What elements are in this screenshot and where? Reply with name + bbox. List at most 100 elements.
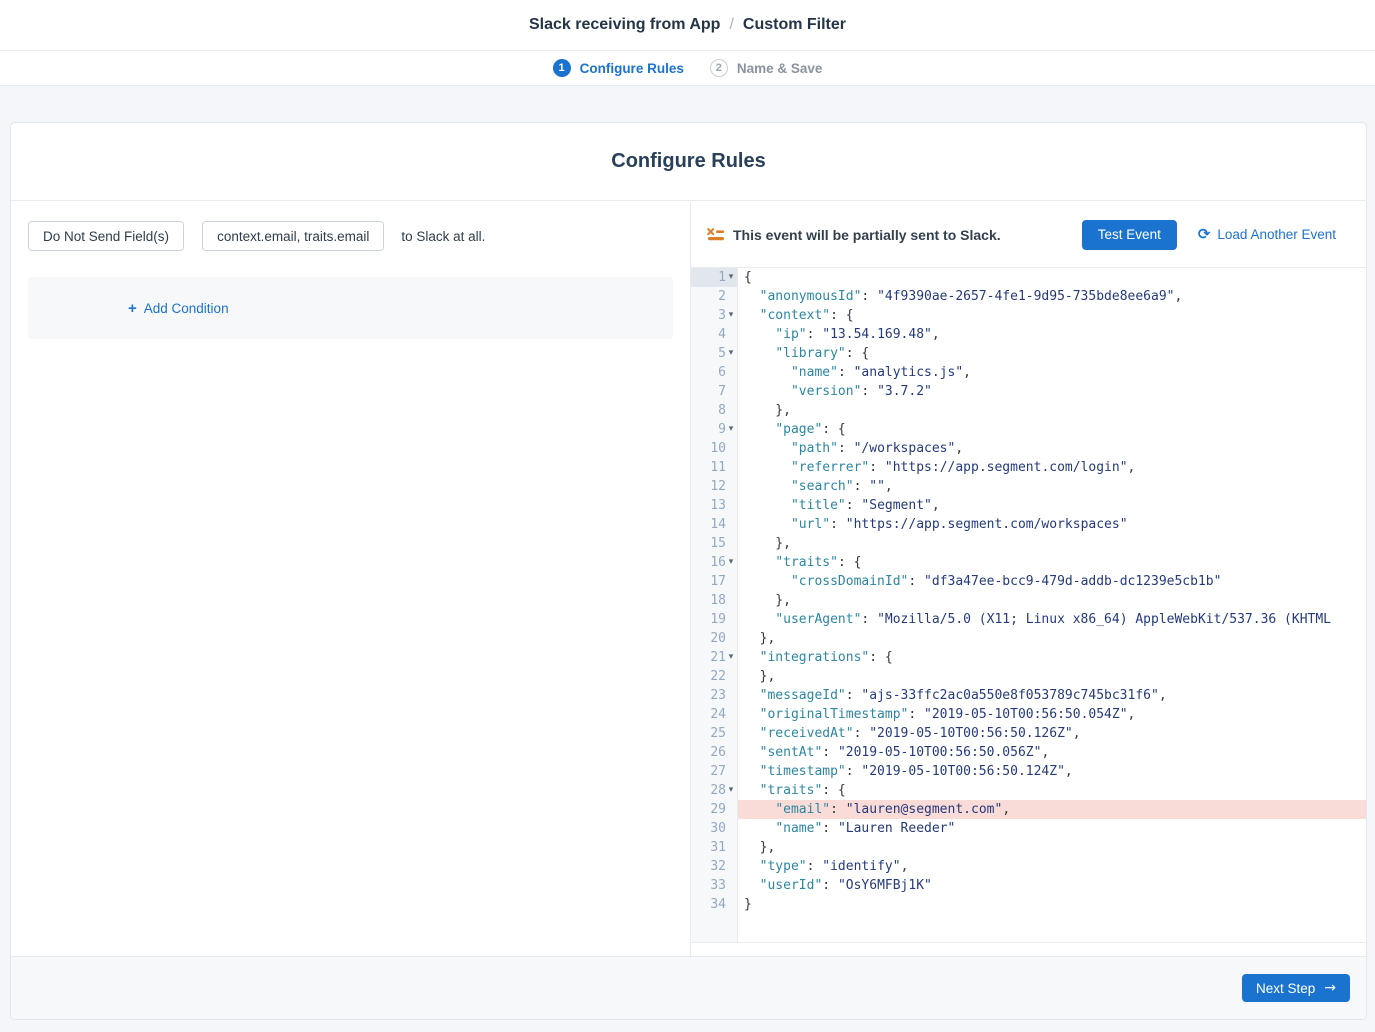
code-text: "ip": "13.54.169.48",	[738, 325, 1366, 344]
test-event-button[interactable]: Test Event	[1082, 220, 1177, 250]
code-line: 34}	[691, 895, 1366, 914]
plus-icon: +	[128, 301, 137, 316]
code-line: 22 },	[691, 667, 1366, 686]
fold-caret-icon[interactable]: ▾	[726, 781, 736, 800]
step-name-save[interactable]: 2 Name & Save	[710, 59, 823, 77]
line-number: 8	[691, 401, 738, 420]
code-line: 5▾ "library": {	[691, 344, 1366, 363]
add-condition-button[interactable]: + Add Condition	[128, 301, 229, 316]
code-text: "traits": {	[738, 781, 1366, 800]
code-text: "context": {	[738, 306, 1366, 325]
code-line: 24 "originalTimestamp": "2019-05-10T00:5…	[691, 705, 1366, 724]
code-line: 8 },	[691, 401, 1366, 420]
line-number: 17	[691, 572, 738, 591]
json-event-editor[interactable]: 1▾{2 "anonymousId": "4f9390ae-2657-4fe1-…	[691, 268, 1366, 943]
code-text: "type": "identify",	[738, 857, 1366, 876]
rule-builder-panel: Do Not Send Field(s) context.email, trai…	[11, 202, 691, 956]
page-header: Slack receiving from App/Custom Filter	[0, 0, 1375, 51]
code-line: 31 },	[691, 838, 1366, 857]
step-2-label: Name & Save	[737, 61, 823, 76]
code-line: 13 "title": "Segment",	[691, 496, 1366, 515]
code-text: },	[738, 838, 1366, 857]
line-number: 30	[691, 819, 738, 838]
line-number: 29	[691, 800, 738, 819]
code-text: "receivedAt": "2019-05-10T00:56:50.126Z"…	[738, 724, 1366, 743]
code-line: 21▾ "integrations": {	[691, 648, 1366, 667]
code-text: {	[738, 268, 1366, 287]
rule-type-button[interactable]: Do Not Send Field(s)	[28, 221, 184, 251]
code-line: 29 "email": "lauren@segment.com",	[691, 800, 1366, 819]
fold-caret-icon[interactable]: ▾	[726, 420, 736, 439]
event-preview-panel: This event will be partially sent to Sla…	[691, 202, 1366, 956]
fold-caret-icon[interactable]: ▾	[726, 268, 736, 287]
line-number: 32	[691, 857, 738, 876]
code-line: 32 "type": "identify",	[691, 857, 1366, 876]
line-number: 34	[691, 895, 738, 914]
step-2-circle: 2	[710, 59, 728, 77]
code-text: "title": "Segment",	[738, 496, 1366, 515]
line-number: 7	[691, 382, 738, 401]
line-number: 27	[691, 762, 738, 781]
filter-icon	[707, 228, 724, 241]
event-status-text: This event will be partially sent to Sla…	[733, 227, 1001, 243]
code-text: "library": {	[738, 344, 1366, 363]
load-another-event-label: Load Another Event	[1217, 227, 1336, 242]
code-text: "referrer": "https://app.segment.com/log…	[738, 458, 1366, 477]
line-number: 14	[691, 515, 738, 534]
breadcrumb-separator: /	[720, 16, 742, 33]
line-number: 28▾	[691, 781, 738, 800]
code-line: 12 "search": "",	[691, 477, 1366, 496]
step-configure-rules[interactable]: 1 Configure Rules	[553, 59, 684, 77]
line-number: 33	[691, 876, 738, 895]
step-1-circle: 1	[553, 59, 571, 77]
breadcrumb: Slack receiving from App/Custom Filter	[529, 16, 846, 34]
line-number: 19	[691, 610, 738, 629]
line-number: 12	[691, 477, 738, 496]
fold-caret-icon[interactable]: ▾	[726, 648, 736, 667]
line-number: 18	[691, 591, 738, 610]
load-another-event-link[interactable]: ⟳ Load Another Event	[1198, 227, 1336, 242]
breadcrumb-destination: Slack receiving from App	[529, 16, 720, 33]
fold-caret-icon[interactable]: ▾	[726, 553, 736, 572]
next-step-button[interactable]: Next Step →	[1242, 974, 1350, 1002]
fold-caret-icon[interactable]: ▾	[726, 306, 736, 325]
line-number: 24	[691, 705, 738, 724]
code-text: },	[738, 667, 1366, 686]
add-condition-label: Add Condition	[144, 301, 229, 316]
line-number: 25	[691, 724, 738, 743]
rule-row: Do Not Send Field(s) context.email, trai…	[28, 221, 673, 251]
card-title: Configure Rules	[611, 150, 765, 173]
code-line: 10 "path": "/workspaces",	[691, 439, 1366, 458]
breadcrumb-filter-name: Custom Filter	[743, 16, 846, 33]
json-editor-lines: 1▾{2 "anonymousId": "4f9390ae-2657-4fe1-…	[691, 268, 1366, 914]
line-number: 9▾	[691, 420, 738, 439]
code-text: "path": "/workspaces",	[738, 439, 1366, 458]
code-line: 11 "referrer": "https://app.segment.com/…	[691, 458, 1366, 477]
code-line: 16▾ "traits": {	[691, 553, 1366, 572]
next-step-label: Next Step	[1256, 981, 1315, 996]
code-text: "name": "Lauren Reeder"	[738, 819, 1366, 838]
rule-fields-button[interactable]: context.email, traits.email	[202, 221, 384, 251]
code-text: "messageId": "ajs-33ffc2ac0a550e8f053789…	[738, 686, 1366, 705]
code-text: "search": "",	[738, 477, 1366, 496]
line-number: 21▾	[691, 648, 738, 667]
code-line: 15 },	[691, 534, 1366, 553]
code-text: "sentAt": "2019-05-10T00:56:50.056Z",	[738, 743, 1366, 762]
code-text: "originalTimestamp": "2019-05-10T00:56:5…	[738, 705, 1366, 724]
card-body: Do Not Send Field(s) context.email, trai…	[11, 202, 1366, 956]
code-text: "version": "3.7.2"	[738, 382, 1366, 401]
code-text: "anonymousId": "4f9390ae-2657-4fe1-9d95-…	[738, 287, 1366, 306]
code-text: "userAgent": "Mozilla/5.0 (X11; Linux x8…	[738, 610, 1366, 629]
code-line: 33 "userId": "OsY6MFBj1K"	[691, 876, 1366, 895]
code-text: "page": {	[738, 420, 1366, 439]
code-line: 25 "receivedAt": "2019-05-10T00:56:50.12…	[691, 724, 1366, 743]
line-number: 1▾	[691, 268, 738, 287]
code-text: },	[738, 534, 1366, 553]
code-text: "integrations": {	[738, 648, 1366, 667]
code-text: },	[738, 401, 1366, 420]
code-line: 14 "url": "https://app.segment.com/works…	[691, 515, 1366, 534]
code-text: }	[738, 895, 1366, 914]
code-line: 2 "anonymousId": "4f9390ae-2657-4fe1-9d9…	[691, 287, 1366, 306]
fold-caret-icon[interactable]: ▾	[726, 344, 736, 363]
line-number: 4	[691, 325, 738, 344]
